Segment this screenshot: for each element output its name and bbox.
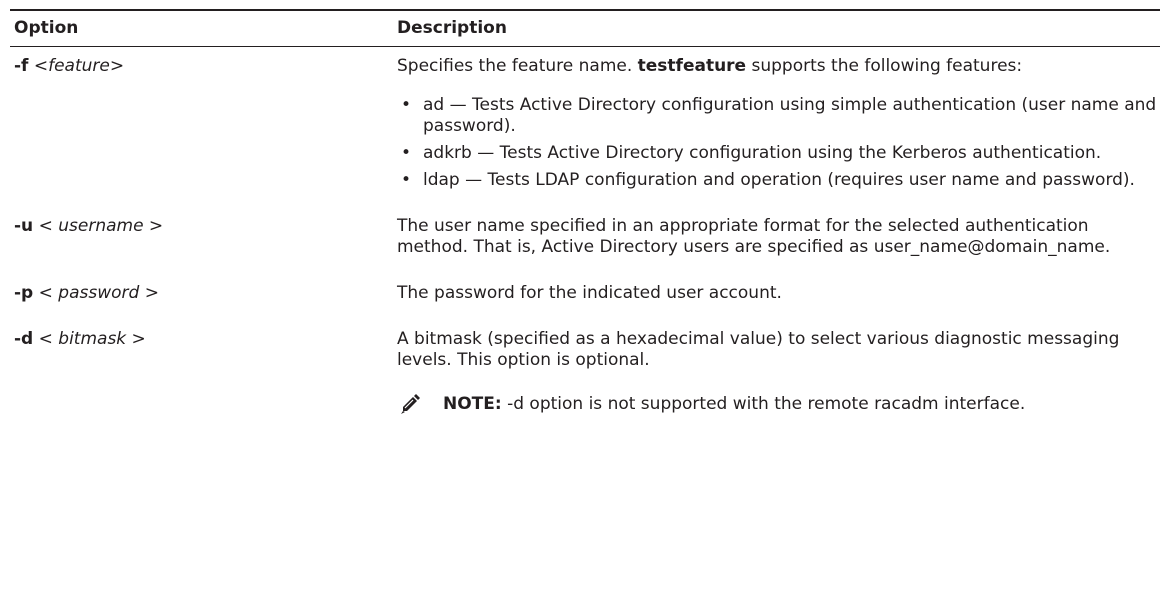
- option-arg: feature: [48, 56, 110, 76]
- description-cell: A bitmask (specified as a hexadecimal va…: [397, 329, 1160, 415]
- description-text: The password for the indicated user acco…: [397, 283, 782, 303]
- option-arg-open: <: [33, 329, 59, 349]
- description-cell: The user name specified in an appropriat…: [397, 216, 1160, 258]
- list-item: • ldap — Tests LDAP configuration and ope…: [397, 170, 1160, 191]
- option-arg-close: >: [139, 283, 159, 303]
- header-option: Option: [14, 18, 79, 38]
- option-flag: -p: [14, 283, 34, 303]
- description-text: A bitmask (specified as a hexadecimal va…: [397, 329, 1120, 370]
- description-cell: Specifies the feature name. testfeature …: [397, 56, 1160, 191]
- option-arg-close: >: [143, 216, 164, 236]
- header-description: Description: [397, 18, 507, 38]
- option-cell: -f <feature>: [10, 56, 397, 77]
- table-row-bitmask: -d < bitmask > A bitmask (specified as a…: [10, 329, 1160, 415]
- option-arg-open: <: [28, 56, 49, 76]
- option-cell: -u < username >: [10, 216, 397, 237]
- option-arg-close: >: [126, 329, 146, 349]
- table-row-username: -u < username > The user name specified …: [10, 216, 1160, 258]
- feature-list: • ad — Tests Active Directory configurati…: [397, 95, 1160, 191]
- bullet-icon: •: [401, 170, 412, 190]
- intro-text-end: supports the following features:: [746, 56, 1023, 76]
- option-cell: -d < bitmask >: [10, 329, 397, 350]
- note-text: -d option is not supported with the remo…: [501, 393, 1026, 414]
- pencil-note-icon: [401, 394, 420, 414]
- list-item-text: ad — Tests Active Directory configuratio…: [423, 95, 1157, 136]
- option-arg-open: <: [33, 216, 59, 236]
- note-label: NOTE:: [443, 393, 502, 414]
- option-flag: -d: [14, 329, 34, 349]
- bullet-icon: •: [401, 95, 412, 115]
- bullet-icon: •: [401, 143, 412, 163]
- list-item-text: ldap — Tests LDAP configuration and oper…: [423, 170, 1135, 190]
- option-flag: -u: [14, 216, 34, 236]
- list-item-text: adkrb — Tests Active Directory configura…: [423, 143, 1102, 163]
- intro-text: Specifies the feature name.: [397, 56, 638, 76]
- list-item: • ad — Tests Active Directory configurati…: [397, 95, 1160, 137]
- table-row-feature: -f <feature> Specifies the feature name.…: [10, 56, 1160, 191]
- options-table: Option Description -f <feature> Specifie…: [10, 0, 1160, 415]
- table-header-row: Option Description: [10, 11, 1160, 47]
- description-cell: The password for the indicated user acco…: [397, 283, 1160, 304]
- table-row-password: -p < password > The password for the ind…: [10, 283, 1160, 304]
- option-cell: -p < password >: [10, 283, 397, 304]
- option-arg-close: >: [109, 56, 125, 76]
- option-flag: -f: [14, 56, 29, 76]
- list-item: • adkrb — Tests Active Directory configur…: [397, 143, 1160, 164]
- description-text: The user name specified in an appropriat…: [397, 216, 1111, 257]
- feature-intro: Specifies the feature name. testfeature …: [397, 56, 1160, 77]
- option-arg-open: <: [33, 283, 59, 303]
- intro-command: testfeature: [637, 56, 747, 76]
- option-arg: username: [58, 216, 144, 236]
- option-arg: bitmask: [58, 329, 127, 349]
- option-arg: password: [58, 283, 140, 303]
- note-box: NOTE: -d option is not supported with th…: [397, 393, 1160, 415]
